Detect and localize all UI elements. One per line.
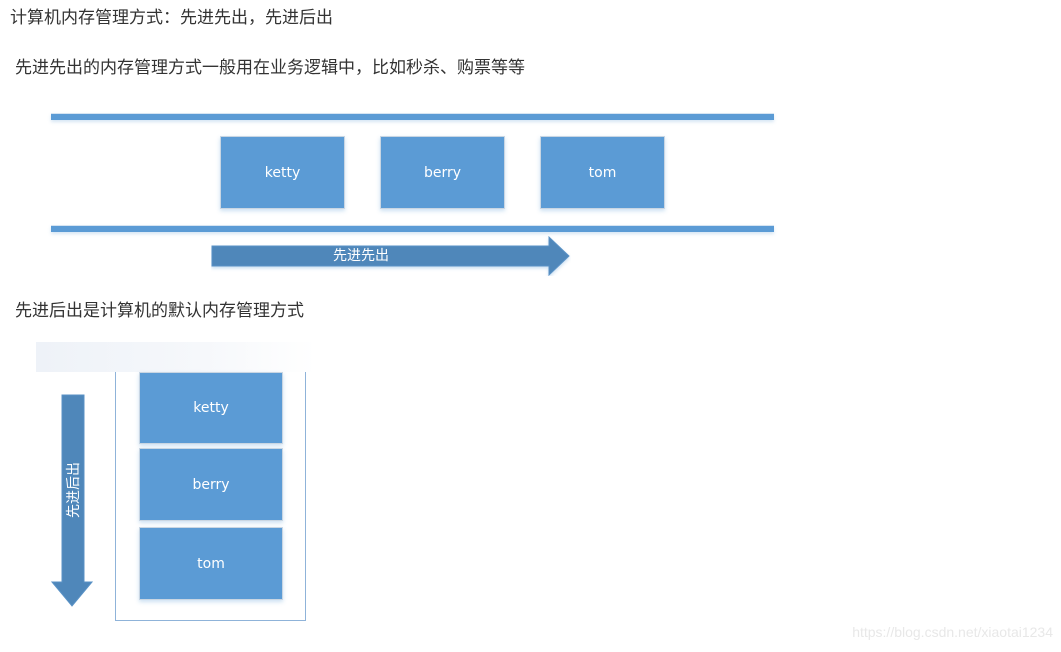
queue-top-rail [51, 113, 774, 120]
lifo-arrow-label: 先进后出 [66, 462, 82, 518]
stack-item: ketty [139, 372, 283, 444]
diagram-header-band [36, 342, 316, 372]
lifo-description: 先进后出是计算机的默认内存管理方式 [15, 301, 304, 321]
page-heading: 计算机内存管理方式：先进先出，先进后出 [10, 8, 333, 28]
watermark: https://blog.csdn.net/xiaotai1234 [852, 624, 1053, 640]
queue-item: ketty [220, 136, 345, 209]
fifo-arrow-label: 先进先出 [333, 248, 389, 264]
queue-item: berry [380, 136, 505, 209]
queue-item: tom [540, 136, 665, 209]
queue-bottom-rail [51, 225, 774, 232]
fifo-description: 先进先出的内存管理方式一般用在业务逻辑中，比如秒杀、购票等等 [15, 58, 525, 78]
stack-item: tom [139, 527, 283, 600]
stack-item: berry [139, 448, 283, 521]
